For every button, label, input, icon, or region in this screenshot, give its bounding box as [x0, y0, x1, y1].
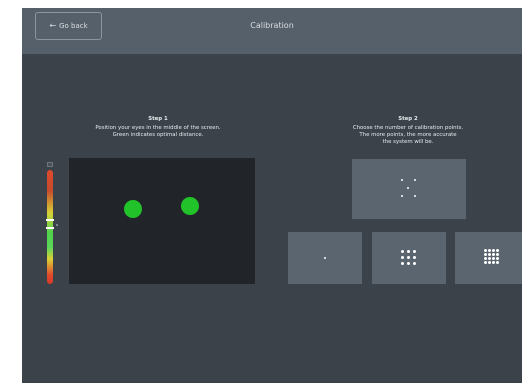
- calibration-screen: ← Go back Calibration Step 1 Position yo…: [22, 8, 522, 383]
- calibration-dot: [492, 261, 495, 264]
- eye-position-view: [69, 158, 255, 284]
- distance-meter: [43, 162, 58, 290]
- calibration-dot: [407, 256, 410, 259]
- top-bar: ← Go back Calibration: [22, 8, 522, 54]
- step2-heading: Step 2: [398, 116, 418, 122]
- calibration-dot: [401, 179, 404, 182]
- page-title: Calibration: [250, 21, 294, 30]
- calibration-dot: [484, 253, 487, 256]
- step1-line2: Green indicates optimal distance.: [112, 132, 204, 138]
- step1-instructions: Step 1 Position your eyes in the middle …: [78, 116, 238, 139]
- step2-line3: the system will be.: [382, 139, 434, 145]
- calibration-dot: [484, 257, 487, 260]
- calibration-dot: [401, 256, 404, 259]
- calibration-dot: [496, 261, 499, 264]
- calibration-dot: [488, 249, 491, 252]
- calibration-dot: [413, 256, 416, 259]
- distance-current-marker: [46, 227, 54, 229]
- distance-meter-cap: [47, 162, 53, 167]
- step2-instructions: Step 2 Choose the number of calibration …: [328, 116, 488, 146]
- calibration-dot: [324, 257, 327, 260]
- calibration-dot: [407, 187, 410, 190]
- distance-side-mark: [56, 224, 58, 226]
- right-eye-indicator: [181, 197, 199, 215]
- calibration-dot: [496, 253, 499, 256]
- calibration-dot: [492, 257, 495, 260]
- step1-line1: Position your eyes in the middle of the …: [95, 125, 221, 131]
- calibration-9-points-option[interactable]: [372, 232, 446, 284]
- calibration-16-points-option[interactable]: [455, 232, 522, 284]
- calibration-dot: [401, 262, 404, 265]
- step2-line2: The more points, the more accurate: [359, 132, 457, 138]
- calibration-dot: [496, 249, 499, 252]
- calibration-dot: [492, 253, 495, 256]
- calibration-dot: [401, 250, 404, 253]
- calibration-dot: [484, 249, 487, 252]
- calibration-5-points-option[interactable]: [352, 159, 466, 219]
- left-eye-indicator: [124, 200, 142, 218]
- distance-target-marker: [46, 219, 54, 221]
- step1-heading: Step 1: [148, 116, 168, 122]
- calibration-dot: [401, 195, 404, 198]
- step2-line1: Choose the number of calibration points.: [352, 125, 464, 131]
- calibration-dot: [496, 257, 499, 260]
- calibration-dot: [488, 261, 491, 264]
- calibration-1-point-option[interactable]: [288, 232, 362, 284]
- calibration-dot: [492, 249, 495, 252]
- calibration-dot: [414, 195, 417, 198]
- calibration-dot: [407, 250, 410, 253]
- calibration-dot: [413, 250, 416, 253]
- calibration-dot: [414, 179, 417, 182]
- calibration-dot: [484, 261, 487, 264]
- calibration-dot: [413, 262, 416, 265]
- calibration-dot: [488, 257, 491, 260]
- calibration-dot: [407, 262, 410, 265]
- calibration-dot: [488, 253, 491, 256]
